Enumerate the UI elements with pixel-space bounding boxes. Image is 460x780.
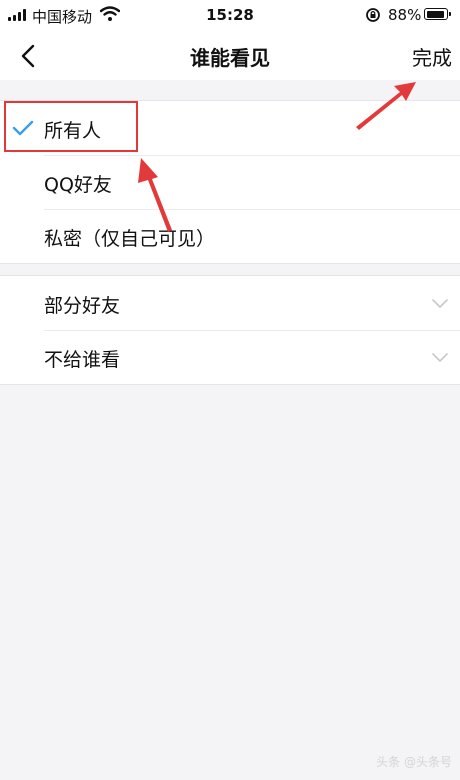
battery-percent: 88% [388,6,422,24]
partial-visibility-options: 部分好友 不给谁看 [0,275,460,385]
option-hide-from[interactable]: 不给谁看 [0,330,460,384]
done-button[interactable]: 完成 [412,42,452,71]
nav-bar: 谁能看见 完成 [0,32,460,80]
chevron-down-icon [432,299,448,308]
option-label: 不给谁看 [44,349,121,371]
option-label: QQ好友 [44,174,112,196]
option-private[interactable]: 私密（仅自己可见） [0,209,460,263]
option-label: 部分好友 [44,295,121,317]
battery-icon [424,8,451,20]
page-title: 谁能看见 [190,46,270,70]
option-label: 私密（仅自己可见） [44,228,216,250]
option-some-friends[interactable]: 部分好友 [0,276,460,330]
watermark: 头条 @头条号 [376,755,452,769]
highlight-box [4,101,138,152]
rotation-lock-icon [366,8,380,22]
option-qq-friends[interactable]: QQ好友 [0,155,460,209]
chevron-down-icon [432,353,448,362]
status-bar: 中国移动 15:28 88% [0,0,460,32]
